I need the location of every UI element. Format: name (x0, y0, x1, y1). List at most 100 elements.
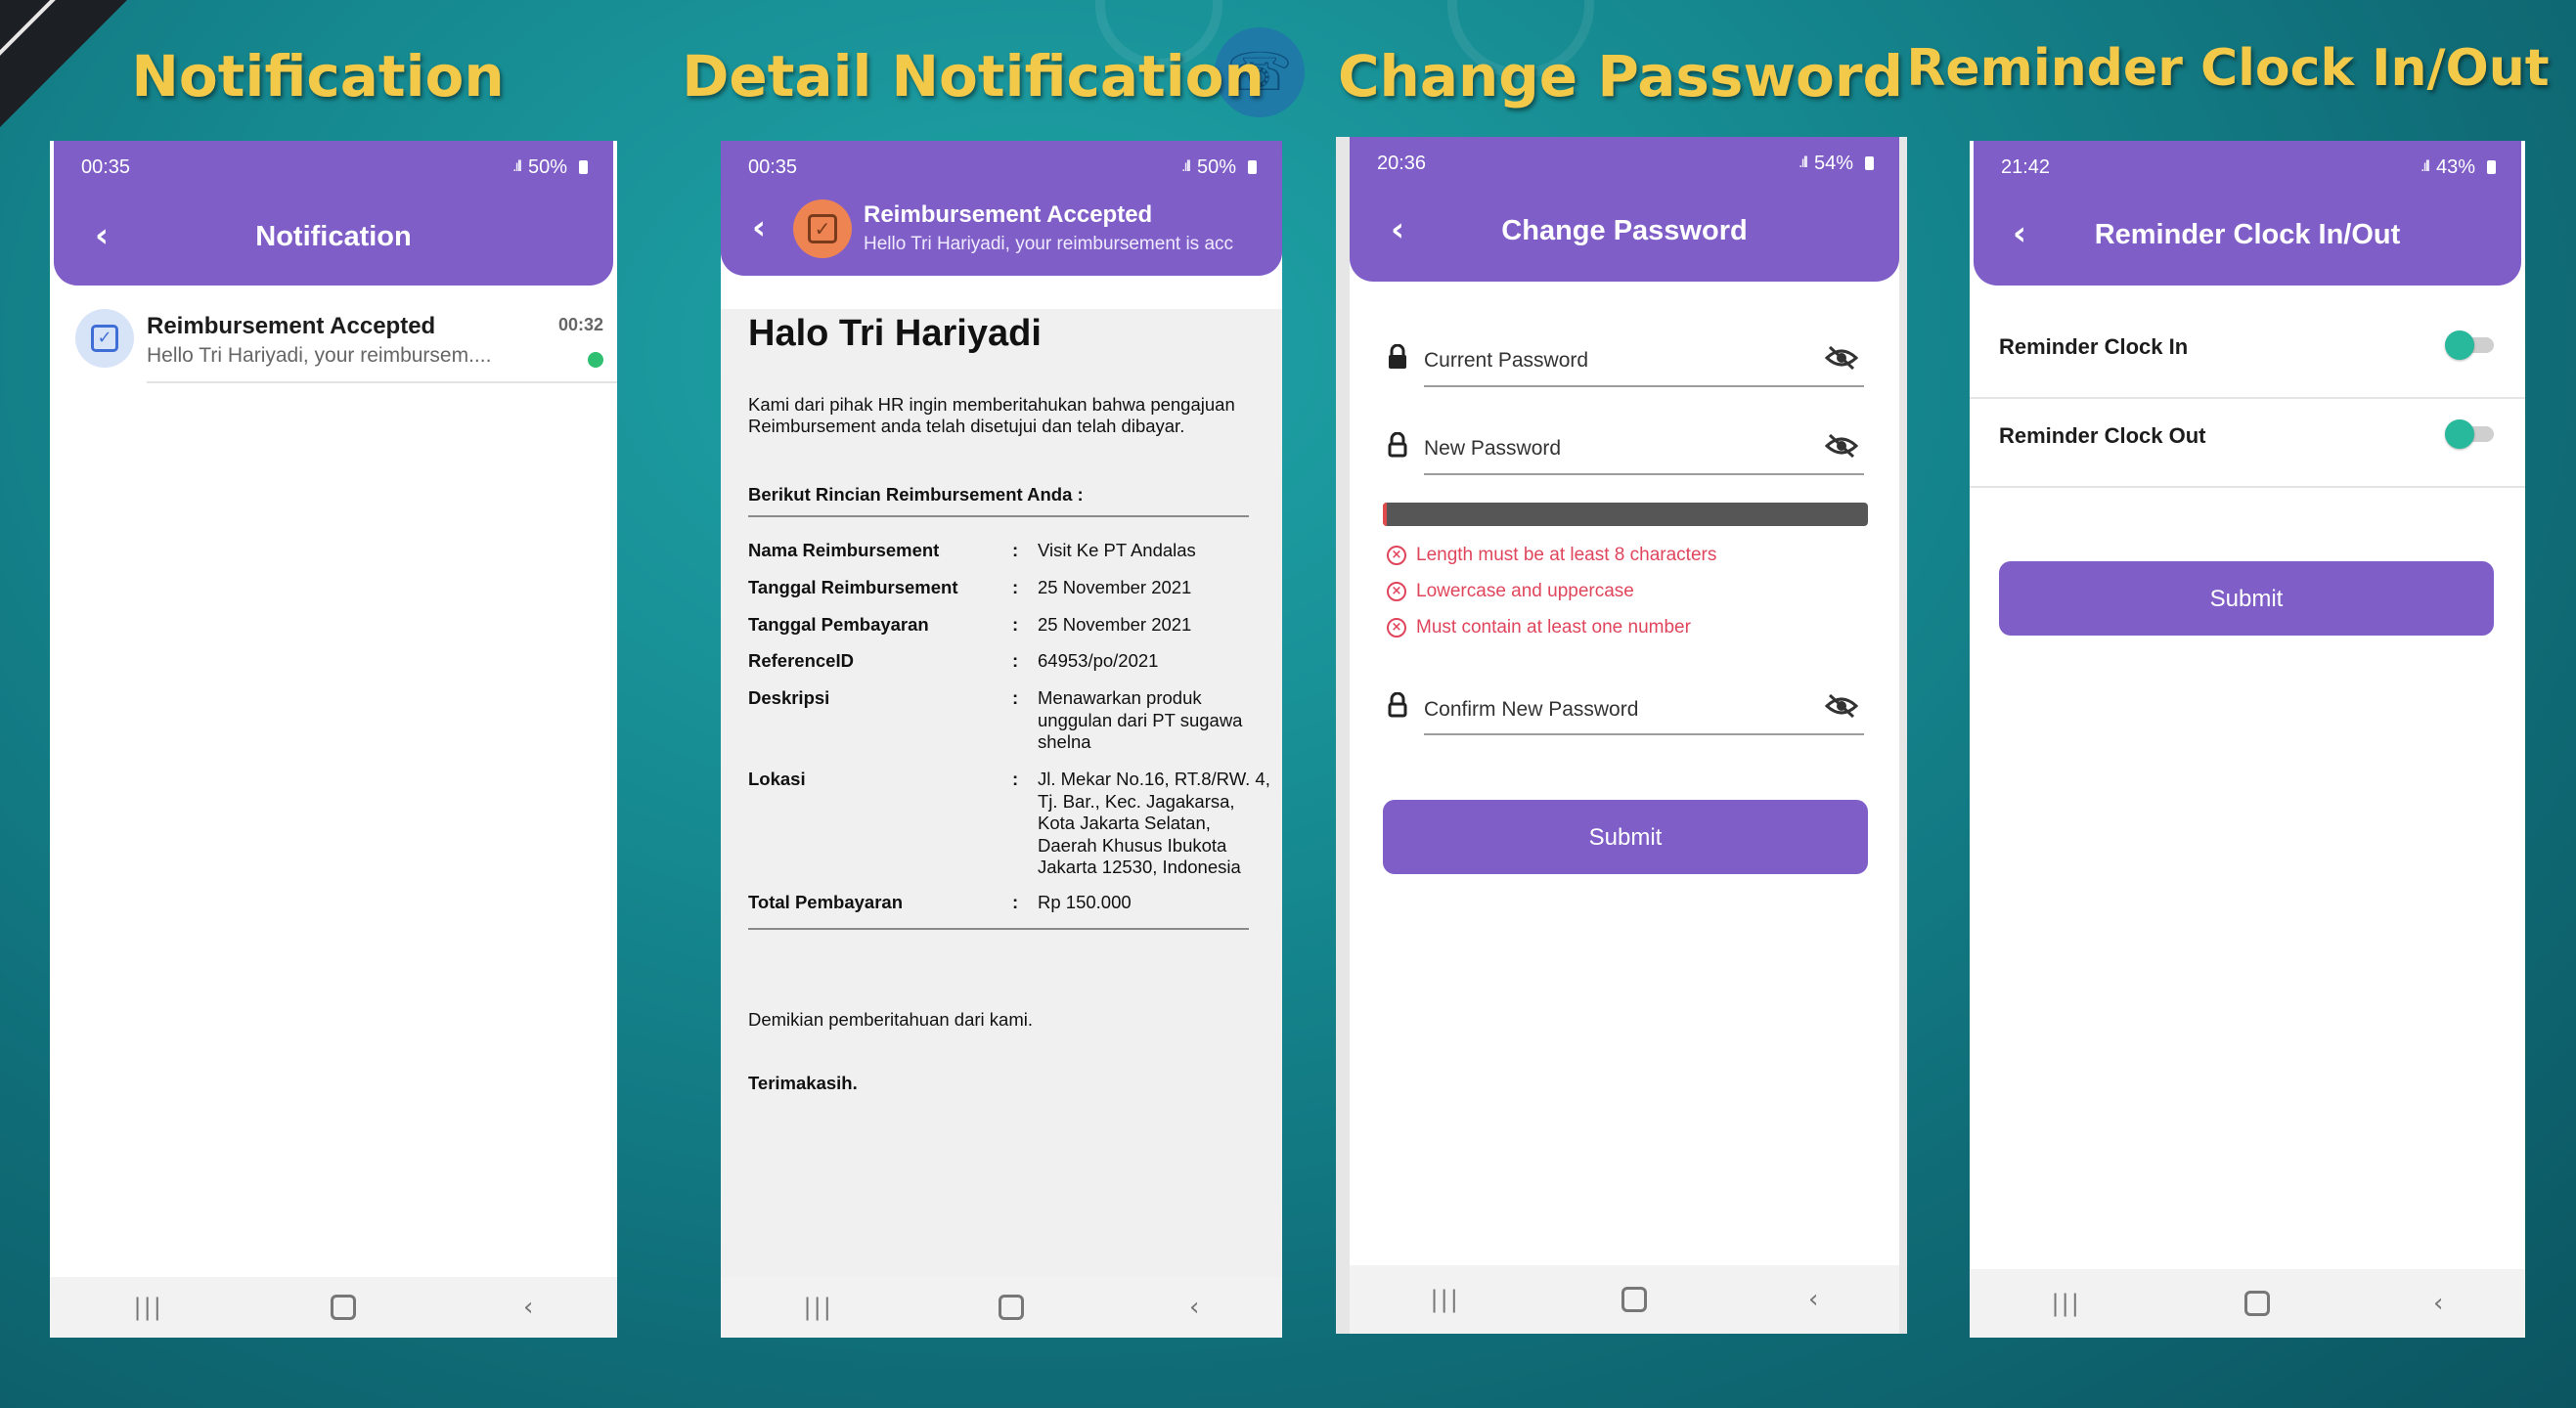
system-nav-bar: ||| ‹ (50, 1277, 617, 1338)
intro-paragraph: Kami dari pihak HR ingin memberitahukan … (748, 394, 1235, 436)
battery-icon (1248, 160, 1257, 174)
strength-fill (1383, 503, 1387, 526)
new-password-input[interactable]: New Password (1424, 437, 1561, 461)
unlock-icon (1388, 432, 1407, 458)
nav-back-icon[interactable]: ‹ (523, 1293, 533, 1322)
field-underline (1424, 733, 1864, 735)
nav-back-icon[interactable]: ‹ (1808, 1285, 1818, 1314)
battery-level: 43% (2435, 155, 2475, 178)
eye-off-icon[interactable] (1825, 692, 1858, 720)
detail-colon: : (1012, 540, 1019, 560)
screen-content (1350, 137, 1899, 1334)
status-time: 21:42 (2001, 155, 2051, 178)
battery-level: 50% (1196, 155, 1236, 178)
detail-value: 25 November 2021 (1038, 577, 1192, 597)
status-time: 00:35 (81, 155, 131, 178)
detail-colon: : (1012, 577, 1019, 597)
title-reminder: Reminder Clock In/Out (1906, 39, 2550, 98)
status-bar: 21:42 .ıll 43% (1974, 141, 2521, 194)
title-detail-notification: Detail Notification (682, 43, 1265, 110)
notification-title: Reimbursement Accepted (147, 313, 436, 339)
detail-label: Total Pembayaran (748, 892, 903, 912)
recent-apps-icon[interactable]: ||| (804, 1294, 833, 1321)
recent-apps-icon[interactable]: ||| (2052, 1290, 2081, 1317)
check-icon: ✓ (808, 214, 837, 243)
detail-label: ReferenceID (748, 650, 854, 671)
home-icon[interactable] (2243, 1291, 2270, 1316)
greeting-heading: Halo Tri Hariyadi (748, 313, 1042, 354)
validation-error: × Must contain at least one number (1387, 617, 1691, 638)
error-icon: × (1387, 618, 1406, 638)
thanks-text: Terimakasih. (748, 1073, 858, 1093)
home-icon[interactable] (1621, 1287, 1647, 1312)
recent-apps-icon[interactable]: ||| (134, 1294, 163, 1321)
eye-off-icon[interactable] (1825, 344, 1858, 372)
divider (147, 381, 617, 383)
signal-icon: .ıll (511, 158, 522, 175)
detail-colon: : (1012, 769, 1019, 789)
confirm-password-input[interactable]: Confirm New Password (1424, 698, 1638, 722)
error-icon: × (1387, 582, 1406, 601)
home-icon[interactable] (998, 1295, 1024, 1320)
toggle-knob (2445, 330, 2474, 360)
details-subheading: Berikut Rincian Reimbursement Anda : (748, 484, 1084, 505)
notification-preview: Hello Tri Hariyadi, your reimbursem.... (147, 344, 492, 367)
battery-level: 54% (1813, 152, 1853, 174)
error-icon: × (1387, 546, 1406, 565)
toggle-label: Reminder Clock In (1999, 334, 2189, 359)
detail-value: 25 November 2021 (1038, 614, 1192, 635)
signal-icon: .ıll (1798, 154, 1808, 171)
detail-value: Menawarkan produk unggulan dari PT sugaw… (1038, 687, 1243, 752)
toggle-row-clock-in: Reminder Clock In (1970, 309, 2525, 399)
error-text: Lowercase and uppercase (1416, 581, 1634, 601)
header-title: Reimbursement Accepted (864, 201, 1153, 228)
back-icon[interactable]: ‹ (742, 211, 776, 244)
submit-button[interactable]: Submit (1383, 800, 1868, 874)
detail-label: Tanggal Reimbursement (748, 577, 958, 597)
page-title: Notification (255, 221, 412, 252)
phone-notification: 00:35 .ıll 50% ‹ Notification ✓ Reimburs… (50, 141, 617, 1338)
submit-button[interactable]: Submit (1999, 561, 2494, 636)
battery-icon (1865, 156, 1874, 170)
clock-in-toggle[interactable] (2445, 330, 2494, 360)
status-indicators: .ıll 43% (2421, 156, 2496, 179)
detail-value: Jl. Mekar No.16, RT.8/RW. 4, Tj. Bar., K… (1038, 769, 1270, 877)
divider (748, 928, 1249, 930)
field-underline (1424, 473, 1864, 475)
system-nav-bar: ||| ‹ (1350, 1265, 1899, 1334)
unlock-icon (1388, 692, 1407, 718)
eye-off-icon[interactable] (1825, 432, 1858, 460)
recent-apps-icon[interactable]: ||| (1431, 1286, 1460, 1313)
detail-label: Tanggal Pembayaran (748, 614, 929, 635)
status-time: 00:35 (748, 155, 798, 178)
detail-colon: : (1012, 614, 1019, 635)
validation-error: × Length must be at least 8 characters (1387, 545, 1716, 566)
validation-error: × Lowercase and uppercase (1387, 581, 1634, 602)
detail-label: Deskripsi (748, 687, 830, 708)
nav-back-icon[interactable]: ‹ (1189, 1293, 1199, 1322)
corner-decoration (0, 0, 127, 127)
signal-icon: .ıll (1180, 158, 1191, 175)
status-time: 20:36 (1377, 152, 1427, 174)
detail-colon: : (1012, 892, 1019, 912)
toggle-row-clock-out: Reminder Clock Out (1970, 398, 2525, 488)
nav-back-icon[interactable]: ‹ (2433, 1289, 2443, 1318)
app-bar: 00:35 .ıll 50% ‹ Notification (54, 141, 613, 286)
check-icon: ✓ (91, 325, 118, 352)
battery-level: 50% (527, 155, 567, 178)
status-bar: 20:36 .ıll 54% (1350, 137, 1899, 190)
current-password-input[interactable]: Current Password (1424, 349, 1588, 373)
error-text: Length must be at least 8 characters (1416, 545, 1717, 565)
toggle-knob (2445, 419, 2474, 449)
app-bar: 20:36 .ıll 54% ‹ Change Password (1350, 137, 1899, 282)
toggle-label: Reminder Clock Out (1999, 423, 2206, 448)
page-title: Reminder Clock In/Out (2094, 219, 2401, 250)
avatar: ✓ (75, 309, 134, 368)
unread-dot (588, 352, 603, 368)
home-icon[interactable] (330, 1295, 356, 1320)
battery-icon (2487, 160, 2496, 174)
page-title: Change Password (1501, 215, 1748, 246)
system-nav-bar: ||| ‹ (1970, 1269, 2525, 1338)
app-bar: 21:42 .ıll 43% ‹ Reminder Clock In/Out (1974, 141, 2521, 286)
clock-out-toggle[interactable] (2445, 419, 2494, 449)
